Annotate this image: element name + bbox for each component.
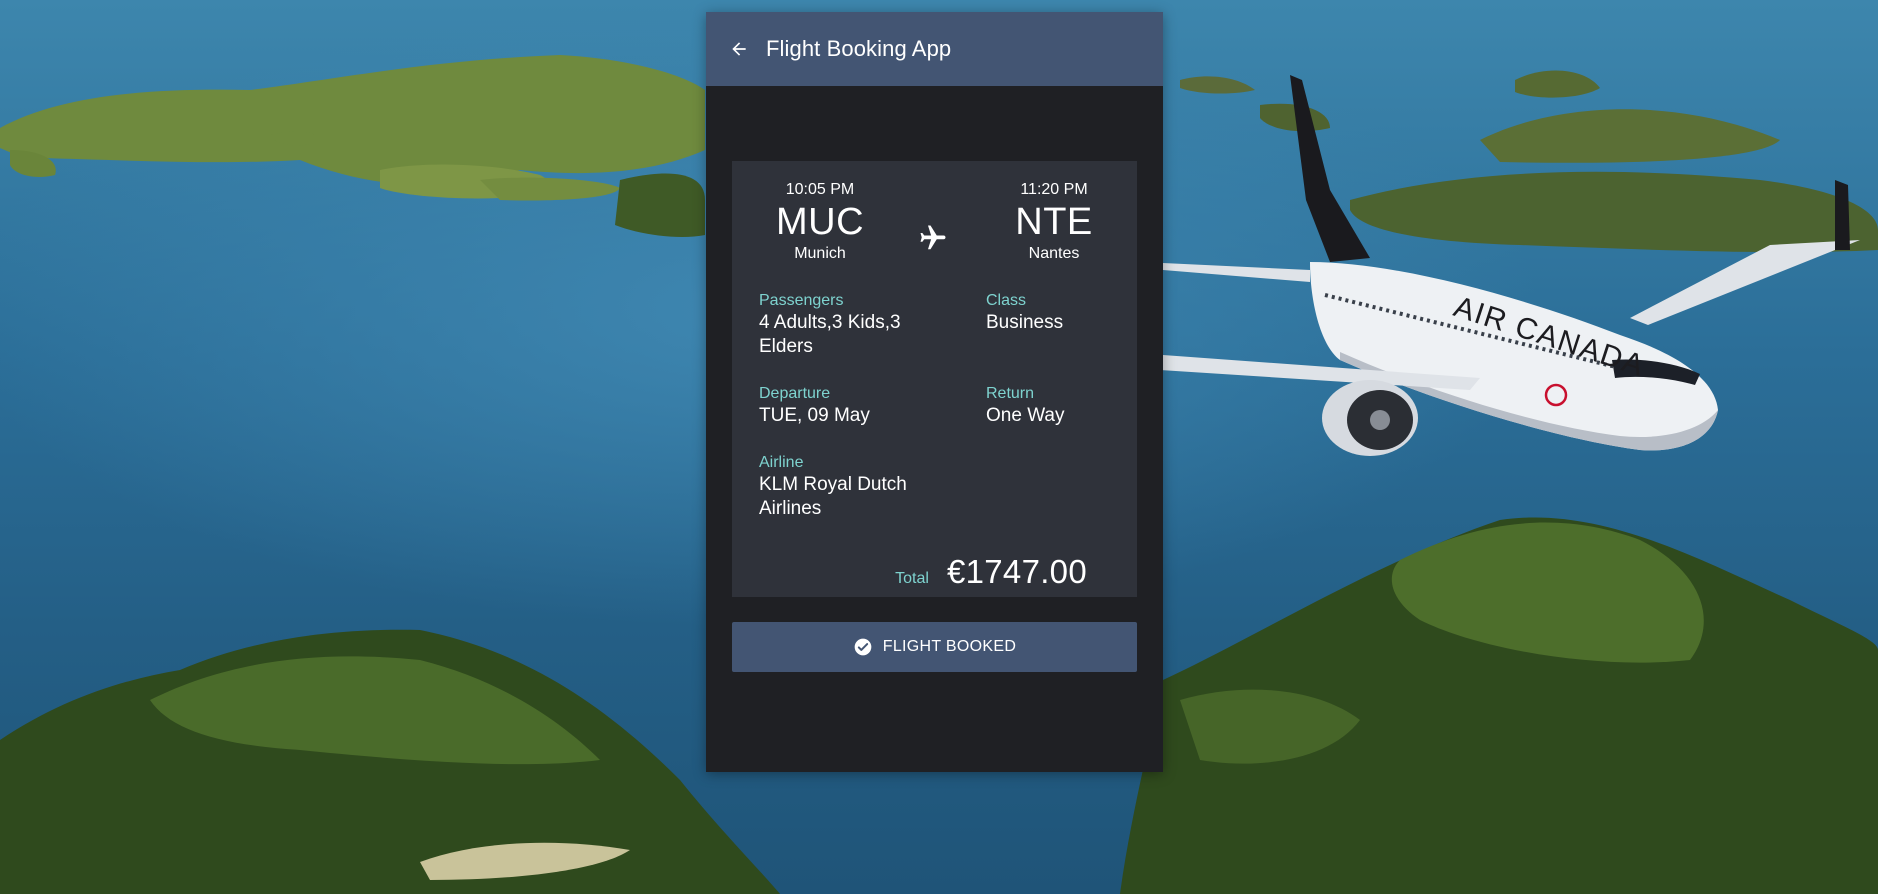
origin-code: MUC (775, 201, 865, 243)
app-title: Flight Booking App (766, 36, 952, 61)
departure-value: TUE, 09 May (759, 405, 870, 426)
class-label: Class (986, 292, 1027, 309)
airline-label: Airline (759, 454, 804, 471)
passengers-field: Passengers 4 Adults,3 Kids,3 Elders (759, 291, 929, 359)
destination: 11:20 PM NTE Nantes (994, 181, 1114, 263)
destination-city: Nantes (1028, 245, 1080, 262)
return-label: Return (986, 385, 1035, 402)
arrow-left-icon[interactable] (724, 34, 754, 64)
return-value: One Way (986, 405, 1065, 426)
airline-field: Airline KLM Royal Dutch Airlines (759, 453, 949, 521)
destination-code: NTE (1015, 201, 1093, 243)
flight-booked-label: FLIGHT BOOKED (882, 638, 1017, 655)
passengers-label: Passengers (759, 292, 844, 309)
departure-label: Departure (759, 385, 831, 402)
app-window: Flight Booking App 10:05 PM MUC Munich 1… (706, 12, 1163, 772)
class-field: Class Business (986, 291, 1126, 335)
passengers-value: 4 Adults,3 Kids,3 Elders (759, 312, 901, 357)
flight-booked-button[interactable]: FLIGHT BOOKED (732, 622, 1137, 672)
departure-field: Departure TUE, 09 May (759, 384, 959, 428)
departure-time: 10:05 PM (785, 181, 855, 198)
booking-summary-card: 10:05 PM MUC Munich 11:20 PM NTE Nantes … (732, 161, 1137, 597)
origin: 10:05 PM MUC Munich (760, 181, 880, 263)
check-circle-icon (854, 638, 872, 656)
airplane-icon (918, 223, 948, 253)
total-label: Total (895, 570, 929, 587)
origin-city: Munich (794, 245, 846, 262)
arrival-time: 11:20 PM (1020, 181, 1088, 198)
flight-route: 10:05 PM MUC Munich 11:20 PM NTE Nantes (732, 181, 1137, 271)
app-bar: Flight Booking App (706, 12, 1163, 86)
class-value: Business (986, 312, 1064, 333)
airline-value: KLM Royal Dutch Airlines (759, 474, 907, 519)
total-amount: €1747.00 (946, 553, 1087, 590)
return-field: Return One Way (986, 384, 1126, 428)
total-row: Total €1747.00 (895, 553, 1087, 591)
